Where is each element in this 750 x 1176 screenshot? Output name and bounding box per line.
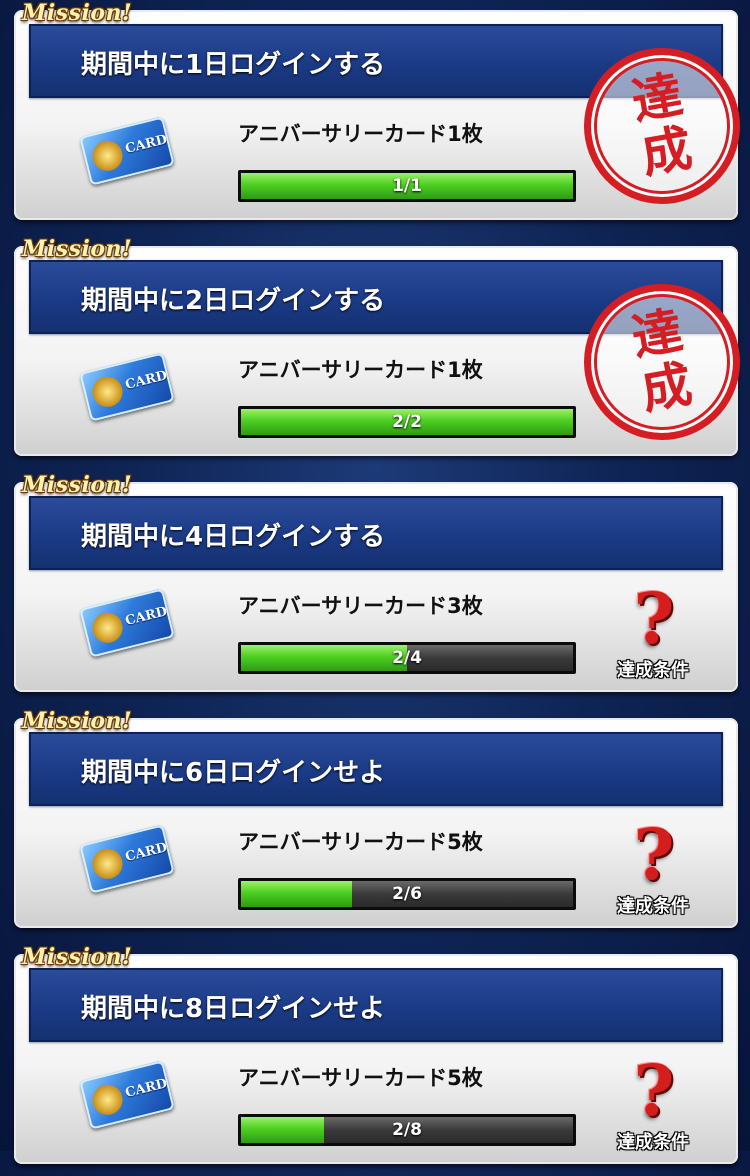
card-icon-text: CARD bbox=[123, 604, 169, 630]
mission-title: 期間中に8日ログインせよ bbox=[81, 994, 386, 1024]
mission-tag: Mission! bbox=[22, 708, 133, 734]
mission-card[interactable]: Mission! 期間中に4日ログインする CARD アニバーサリーカード3枚 … bbox=[14, 472, 738, 692]
progress-bar: 2/2 bbox=[238, 406, 576, 438]
mission-card[interactable]: Mission! 期間中に8日ログインせよ CARD アニバーサリーカード5枚 … bbox=[14, 944, 738, 1164]
progress-bar: 2/6 bbox=[238, 878, 576, 910]
progress-track: 2/4 bbox=[241, 645, 573, 671]
progress-text: 2/2 bbox=[392, 412, 422, 432]
reward-label: アニバーサリーカード1枚 bbox=[238, 358, 483, 382]
mission-tag: Mission! bbox=[22, 944, 133, 970]
mission-card[interactable]: Mission! 期間中に2日ログインする CARD アニバーサリーカード1枚 … bbox=[14, 236, 750, 456]
card-icon-text: CARD bbox=[123, 368, 169, 394]
progress-text: 2/4 bbox=[392, 648, 422, 668]
emblem-icon bbox=[89, 1081, 126, 1119]
progress-text: 2/8 bbox=[392, 1120, 422, 1140]
mission-card[interactable]: Mission! 期間中に1日ログインする CARD アニバーサリーカード1枚 … bbox=[14, 0, 750, 220]
mission-title-bar: 期間中に8日ログインせよ bbox=[29, 968, 723, 1042]
progress-track: 2/2 bbox=[241, 409, 573, 435]
mission-title-bar: 期間中に6日ログインせよ bbox=[29, 732, 723, 806]
card-icon-text: CARD bbox=[123, 132, 169, 158]
condition-button[interactable]: ? 達成条件 bbox=[602, 1056, 704, 1176]
condition-button[interactable]: ? 達成条件 bbox=[602, 584, 704, 704]
reward-label: アニバーサリーカード5枚 bbox=[238, 830, 483, 854]
mission-title: 期間中に4日ログインする bbox=[81, 522, 386, 552]
condition-label: 達成条件 bbox=[617, 660, 689, 681]
mission-title: 期間中に6日ログインせよ bbox=[81, 758, 386, 788]
mission-title: 期間中に1日ログインする bbox=[81, 50, 386, 80]
emblem-icon bbox=[89, 845, 126, 883]
reward-label: アニバーサリーカード3枚 bbox=[238, 594, 483, 618]
reward-label: アニバーサリーカード5枚 bbox=[238, 1066, 483, 1090]
question-mark-icon: ? bbox=[633, 1049, 675, 1132]
condition-button[interactable]: ? 達成条件 bbox=[602, 820, 704, 940]
question-mark-icon: ? bbox=[633, 577, 675, 660]
card-icon-text: CARD bbox=[123, 840, 169, 866]
progress-text: 1/1 bbox=[392, 176, 422, 196]
condition-label: 達成条件 bbox=[617, 1132, 689, 1153]
reward-label: アニバーサリーカード1枚 bbox=[238, 122, 483, 146]
mission-tag: Mission! bbox=[22, 472, 133, 498]
emblem-icon bbox=[89, 609, 126, 647]
progress-bar: 2/4 bbox=[238, 642, 576, 674]
condition-label: 達成条件 bbox=[617, 896, 689, 917]
mission-title: 期間中に2日ログインする bbox=[81, 286, 386, 316]
question-mark-icon: ? bbox=[633, 813, 675, 896]
progress-track: 1/1 bbox=[241, 173, 573, 199]
emblem-icon bbox=[89, 373, 126, 411]
mission-tag: Mission! bbox=[22, 0, 133, 26]
progress-text: 2/6 bbox=[392, 884, 422, 904]
progress-track: 2/6 bbox=[241, 881, 573, 907]
mission-card[interactable]: Mission! 期間中に6日ログインせよ CARD アニバーサリーカード5枚 … bbox=[14, 708, 738, 928]
progress-track: 2/8 bbox=[241, 1117, 573, 1143]
progress-bar: 1/1 bbox=[238, 170, 576, 202]
mission-title-bar: 期間中に4日ログインする bbox=[29, 496, 723, 570]
mission-tag: Mission! bbox=[22, 236, 133, 262]
progress-bar: 2/8 bbox=[238, 1114, 576, 1146]
card-icon-text: CARD bbox=[123, 1076, 169, 1102]
emblem-icon bbox=[89, 137, 126, 175]
